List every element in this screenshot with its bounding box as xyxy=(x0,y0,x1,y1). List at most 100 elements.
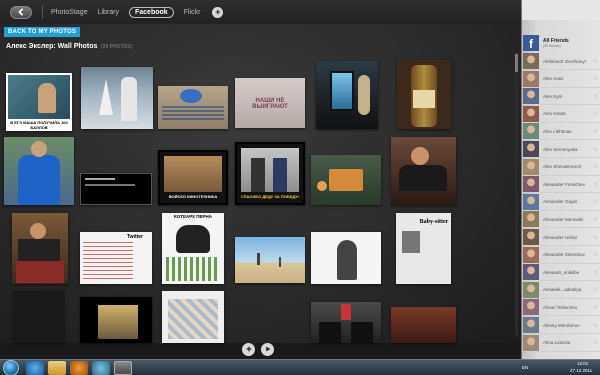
star-icon[interactable]: ☆ xyxy=(593,75,598,82)
photo-thumbnail[interactable] xyxy=(12,213,68,284)
friend-name: Alexei Tolkachev xyxy=(543,304,578,310)
add-source-button[interactable]: + xyxy=(212,6,224,18)
scrollbar-thumb[interactable] xyxy=(515,54,518,72)
add-photo-button[interactable] xyxy=(242,343,255,356)
photo-caption: ВОЙСКО КИНОТЕХНИКА xyxy=(168,194,218,199)
friend-list-item[interactable]: Alexeeik...adsatiya ☆ xyxy=(522,281,600,299)
star-icon[interactable]: ☆ xyxy=(593,286,598,293)
photo-thumbnail[interactable]: ВОЙСКО КИНОТЕХНИКА xyxy=(158,150,228,205)
back-arrow-button[interactable] xyxy=(10,5,32,19)
friend-list-item[interactable]: Alex Isotas ☆ xyxy=(522,105,600,123)
avatar xyxy=(523,299,539,316)
avatar xyxy=(523,176,539,193)
photo-thumbnail[interactable] xyxy=(311,302,381,343)
tab-facebook[interactable]: Facebook xyxy=(129,6,174,18)
star-icon[interactable]: ☆ xyxy=(593,322,598,329)
photostage-taskbar-icon[interactable] xyxy=(114,361,132,375)
friend-list-item[interactable]: Alexei Tolkachev ☆ xyxy=(522,299,600,317)
avatar xyxy=(523,211,539,228)
media-player-icon[interactable] xyxy=(70,361,88,375)
friend-name: Alex Eyin xyxy=(543,93,563,99)
photo-thumbnail[interactable]: Baby-sitter xyxy=(396,213,451,284)
friends-panel-header xyxy=(522,0,600,20)
back-to-my-photos-button[interactable]: BACK TO MY PHOTOS xyxy=(4,27,81,37)
tab-flickr[interactable]: Flickr xyxy=(184,9,201,16)
start-button[interactable] xyxy=(3,360,19,375)
friend-list-item[interactable]: Alexandr_onikiibe ☆ xyxy=(522,264,600,282)
photo-thumbnail[interactable] xyxy=(311,232,381,284)
friend-list-item[interactable]: Alex Likhtman ☆ xyxy=(522,123,600,141)
photo-thumbnail[interactable] xyxy=(162,291,224,343)
facebook-logo-icon: f xyxy=(523,34,539,51)
star-icon[interactable]: ☆ xyxy=(593,181,598,188)
star-icon[interactable]: ☆ xyxy=(593,58,598,65)
friend-list-item[interactable]: Alex Eyin ☆ xyxy=(522,88,600,106)
photo-thumbnail[interactable]: СПАСИБО ДЕДУ ЗА ПОБЕДУ! xyxy=(235,142,305,205)
friend-list-item[interactable]: Alexander Gagin ☆ xyxy=(522,193,600,211)
all-friends-item[interactable]: f All Friends (90 friends) xyxy=(522,33,600,52)
star-icon[interactable]: ☆ xyxy=(593,251,598,258)
photo-thumbnail[interactable] xyxy=(391,307,456,343)
photo-thumbnail[interactable] xyxy=(80,173,152,205)
photo-thumbnail[interactable] xyxy=(311,155,381,205)
photo-thumbnail[interactable] xyxy=(397,60,451,129)
avatar xyxy=(523,334,539,351)
photo-thumbnail[interactable] xyxy=(316,61,378,129)
internet-explorer-icon[interactable] xyxy=(26,361,44,375)
photo-thumbnail[interactable] xyxy=(80,297,152,343)
avatar xyxy=(523,193,539,210)
friend-list-item[interactable]: Alexander Ushal ☆ xyxy=(522,229,600,246)
folder-icon[interactable] xyxy=(48,361,66,375)
scrollbar-track[interactable] xyxy=(515,52,518,337)
star-icon[interactable]: ☆ xyxy=(593,110,598,117)
friend-name: Alexey Mitrofanov xyxy=(543,322,580,328)
photo-caption: В ЕГЭ МАША ПОЛУЧИЛА 100 БАЛЛОВ xyxy=(10,120,68,130)
friend-list-item[interactable]: Alex Arais ☆ xyxy=(522,70,600,88)
star-icon[interactable]: ☆ xyxy=(593,93,598,100)
friend-list-item[interactable]: Alex Semenyaka ☆ xyxy=(522,141,600,158)
photo-thumbnail[interactable]: Twitter xyxy=(80,232,152,284)
photo-thumbnail[interactable]: КОТЕАРХ ПЕРНА xyxy=(162,213,224,284)
clock-time[interactable]: 12:01 xyxy=(577,361,588,366)
tab-photostage[interactable]: PhotoStage xyxy=(51,9,88,16)
photo-thumbnail[interactable]: НАШИ НЕ ВЫИГРАЮТ xyxy=(235,78,305,128)
friend-list-item[interactable]: Alina Lolocka ☆ xyxy=(522,334,600,352)
app-icon[interactable] xyxy=(92,361,110,375)
slideshow-play-button[interactable] xyxy=(261,343,274,356)
photo-thumbnail[interactable]: В ЕГЭ МАША ПОЛУЧИЛА 100 БАЛЛОВ xyxy=(6,73,72,131)
photo-thumbnail[interactable] xyxy=(158,86,228,129)
star-icon[interactable]: ☆ xyxy=(593,216,598,223)
avatar xyxy=(523,264,539,281)
photo-thumbnail[interactable] xyxy=(4,137,74,205)
star-icon[interactable]: ☆ xyxy=(593,163,598,170)
star-icon[interactable]: ☆ xyxy=(593,234,598,241)
photo-thumbnail[interactable] xyxy=(81,67,153,129)
friend-list-item[interactable]: Alexander Zelentsov ☆ xyxy=(522,246,600,264)
star-icon[interactable]: ☆ xyxy=(593,128,598,135)
friend-list-item[interactable]: Alex Shenderovich ☆ xyxy=(522,158,600,176)
photo-thumbnail[interactable] xyxy=(391,137,456,205)
friend-list-item[interactable]: Alexander Muravski ☆ xyxy=(522,211,600,229)
tab-library[interactable]: Library xyxy=(98,9,119,16)
star-icon[interactable]: ☆ xyxy=(593,146,598,153)
photo-caption: НАШИ НЕ ВЫИГРАЮТ xyxy=(252,98,288,110)
avatar xyxy=(523,317,539,333)
photostage-app: PhotoStage Library Facebook Flickr + BAC… xyxy=(0,0,521,356)
star-icon[interactable]: ☆ xyxy=(593,304,598,311)
plus-icon xyxy=(246,346,251,352)
language-indicator[interactable]: EN xyxy=(522,365,528,370)
photo-caption: Baby-sitter xyxy=(419,219,449,225)
star-icon[interactable]: ☆ xyxy=(593,198,598,205)
friend-name: Aleksandr Gershanyr xyxy=(543,58,587,64)
album-title: Алекс Экслер: Wall Photos xyxy=(6,43,98,50)
clock-date[interactable]: 27.12.2011 xyxy=(570,368,592,373)
friend-list-item[interactable]: Alexey Mitrofanov ☆ xyxy=(522,317,600,334)
avatar xyxy=(523,53,539,69)
friend-list-item[interactable]: Aleksandr Gershanyr ☆ xyxy=(522,53,600,70)
star-icon[interactable]: ☆ xyxy=(593,339,598,346)
photo-thumbnail[interactable] xyxy=(14,291,64,343)
friend-list-item[interactable]: Alexander Fomichev ☆ xyxy=(522,176,600,194)
star-icon[interactable]: ☆ xyxy=(593,269,598,276)
avatar xyxy=(523,88,539,105)
photo-thumbnail[interactable] xyxy=(235,237,305,283)
